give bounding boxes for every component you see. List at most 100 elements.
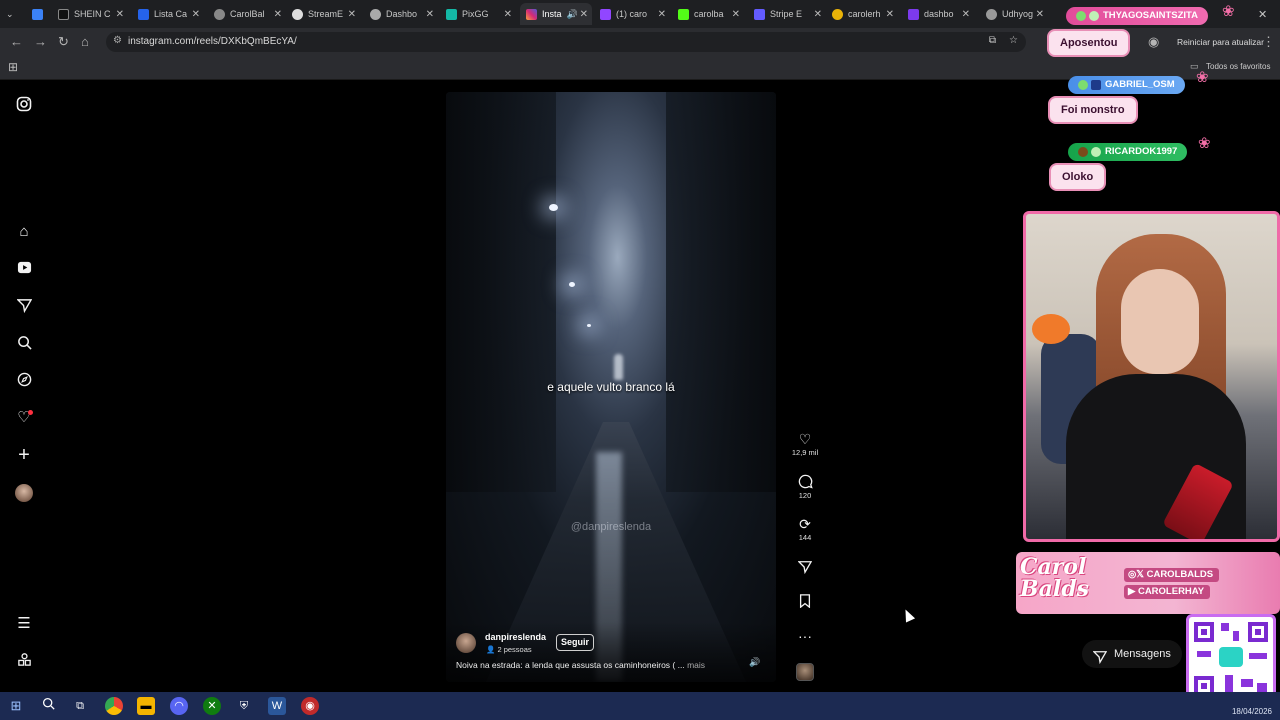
- reel-caption[interactable]: Noiva na estrada: a lenda que assusta os…: [456, 660, 736, 670]
- heart-icon[interactable]: ♡: [15, 409, 33, 427]
- home-icon[interactable]: ⌂: [81, 34, 89, 49]
- obs-icon[interactable]: ◉: [301, 697, 319, 715]
- home-icon[interactable]: ⌂: [15, 223, 33, 241]
- close-icon[interactable]: ✕: [192, 9, 204, 20]
- send-icon[interactable]: [15, 298, 33, 316]
- profile-icon[interactable]: ◉: [1148, 34, 1159, 50]
- update-button[interactable]: Reiniciar para atualizar: [1177, 37, 1264, 47]
- tab-carolerh[interactable]: carolerh ✕: [832, 3, 898, 25]
- file-explorer-icon[interactable]: ▬: [137, 697, 155, 715]
- more-dots-icon[interactable]: ···: [790, 628, 820, 644]
- like-action[interactable]: ♡ 12,9 mil: [790, 431, 820, 457]
- security-shield-icon[interactable]: ⛨: [235, 697, 253, 715]
- url-field[interactable]: ⚙ instagram.com/reels/DXKbQmBEcYA/ ⧉ ☆: [106, 32, 1026, 52]
- tab-label: Dashbo: [386, 9, 418, 19]
- tree-silhouette: [666, 92, 776, 492]
- tab-lista[interactable]: Lista Ca ✕: [138, 3, 204, 25]
- tab-carolbal[interactable]: CarolBal ✕: [214, 3, 286, 25]
- close-icon[interactable]: ✕: [504, 9, 516, 20]
- tab-shein[interactable]: SHEIN C ✕: [58, 3, 128, 25]
- tab-dashbo[interactable]: dashbo ✕: [908, 3, 974, 25]
- close-icon[interactable]: ✕: [814, 9, 826, 20]
- messages-button[interactable]: Mensagens: [1082, 640, 1182, 668]
- repost-action[interactable]: ⟳ 144: [790, 516, 820, 542]
- social-handle: CAROLBALDS: [1146, 569, 1214, 580]
- tab-dashboard[interactable]: Dashbo ✕: [370, 3, 438, 25]
- close-icon[interactable]: ✕: [348, 9, 360, 20]
- search-icon[interactable]: [39, 697, 57, 715]
- tab-search-chevron-down-icon[interactable]: ⌄: [6, 3, 20, 25]
- window-close-button[interactable]: ✕: [1258, 3, 1274, 25]
- original-audio-thumbnail[interactable]: [796, 663, 814, 681]
- send-icon[interactable]: [790, 560, 820, 576]
- creator-username[interactable]: danpireslenda: [485, 632, 546, 642]
- tab-streame[interactable]: StreamE ✕: [292, 3, 360, 25]
- site-info-icon[interactable]: ⚙: [113, 35, 122, 46]
- reel-video[interactable]: e aquele vulto branco lá @danpireslenda …: [446, 92, 776, 682]
- menu-icon[interactable]: ☰: [15, 615, 33, 633]
- collaborators[interactable]: 👤 2 pessoas: [486, 645, 532, 654]
- tab-kick[interactable]: carolba ✕: [678, 3, 744, 25]
- close-icon[interactable]: ✕: [274, 9, 286, 20]
- chrome-icon[interactable]: [105, 697, 123, 715]
- close-icon[interactable]: ✕: [732, 9, 744, 20]
- plush-toy: [1032, 314, 1070, 344]
- bookmark-icon[interactable]: [790, 594, 820, 610]
- cloud-icon: [138, 8, 149, 20]
- close-icon[interactable]: ✕: [1036, 9, 1048, 20]
- task-view-icon[interactable]: ⧉: [71, 697, 89, 715]
- explore-icon[interactable]: [15, 372, 33, 390]
- word-icon[interactable]: W: [268, 697, 286, 715]
- close-icon[interactable]: ✕: [886, 9, 898, 20]
- instagram-icon[interactable]: [15, 96, 33, 114]
- close-icon[interactable]: ✕: [658, 9, 670, 20]
- reels-icon[interactable]: [15, 260, 33, 278]
- follow-button[interactable]: Seguir: [556, 634, 595, 651]
- back-arrow-icon[interactable]: ←: [10, 34, 23, 49]
- menu-dots-icon[interactable]: ⋮: [1262, 34, 1275, 50]
- tab-pixgg[interactable]: PixGG ✕: [446, 3, 516, 25]
- tab-udhyog[interactable]: Udhyog ✕: [986, 3, 1048, 25]
- apps-grid-icon[interactable]: ⊞: [8, 60, 18, 74]
- creator-avatar[interactable]: [456, 633, 476, 653]
- profile-avatar-icon[interactable]: [15, 484, 33, 502]
- kick-icon: [678, 8, 689, 20]
- speaker-icon[interactable]: 🔊: [749, 657, 760, 668]
- all-bookmarks-link[interactable]: Todos os favoritos: [1206, 62, 1270, 71]
- qr-module: [1221, 623, 1229, 631]
- close-icon[interactable]: ✕: [580, 9, 592, 20]
- comment-icon[interactable]: [790, 474, 820, 490]
- star-icon[interactable]: ☆: [1009, 35, 1018, 46]
- share-action[interactable]: [790, 560, 820, 576]
- forward-arrow-icon[interactable]: →: [34, 34, 47, 49]
- tab-instagram[interactable]: Insta 🔊 ✕: [520, 3, 592, 25]
- stripe-icon: [754, 8, 765, 20]
- plus-icon[interactable]: +: [15, 445, 33, 465]
- save-action[interactable]: [790, 594, 820, 610]
- close-icon[interactable]: ✕: [962, 9, 974, 20]
- streamer-body: [1066, 374, 1246, 539]
- install-app-icon[interactable]: ⧉: [989, 35, 996, 46]
- comment-action[interactable]: 120: [790, 474, 820, 500]
- search-icon[interactable]: [15, 335, 33, 353]
- globe-icon: [986, 8, 997, 20]
- speaker-icon[interactable]: 🔊: [567, 9, 578, 20]
- gem-icon: [32, 8, 43, 20]
- reload-icon[interactable]: ↻: [58, 34, 69, 50]
- chat-username-badge: RICARDOK1997: [1068, 143, 1188, 161]
- badge-icon: [1078, 80, 1088, 90]
- discord-icon[interactable]: ◠: [170, 697, 188, 715]
- close-icon[interactable]: ✕: [426, 9, 438, 20]
- tab-twitch[interactable]: (1) caro ✕: [600, 3, 670, 25]
- heart-icon[interactable]: ♡: [790, 431, 820, 447]
- dashboard-icon: [908, 8, 919, 20]
- windows-start-icon[interactable]: ⊞: [7, 697, 25, 715]
- more-options-action[interactable]: ···: [790, 628, 820, 644]
- apps-icon[interactable]: [15, 652, 33, 670]
- more-link[interactable]: mais: [687, 660, 705, 670]
- close-icon[interactable]: ✕: [116, 9, 128, 20]
- tab-gem[interactable]: [32, 3, 52, 25]
- tab-stripe[interactable]: Stripe E ✕: [754, 3, 826, 25]
- xbox-icon[interactable]: ✕: [203, 697, 221, 715]
- repost-icon[interactable]: ⟳: [790, 516, 820, 532]
